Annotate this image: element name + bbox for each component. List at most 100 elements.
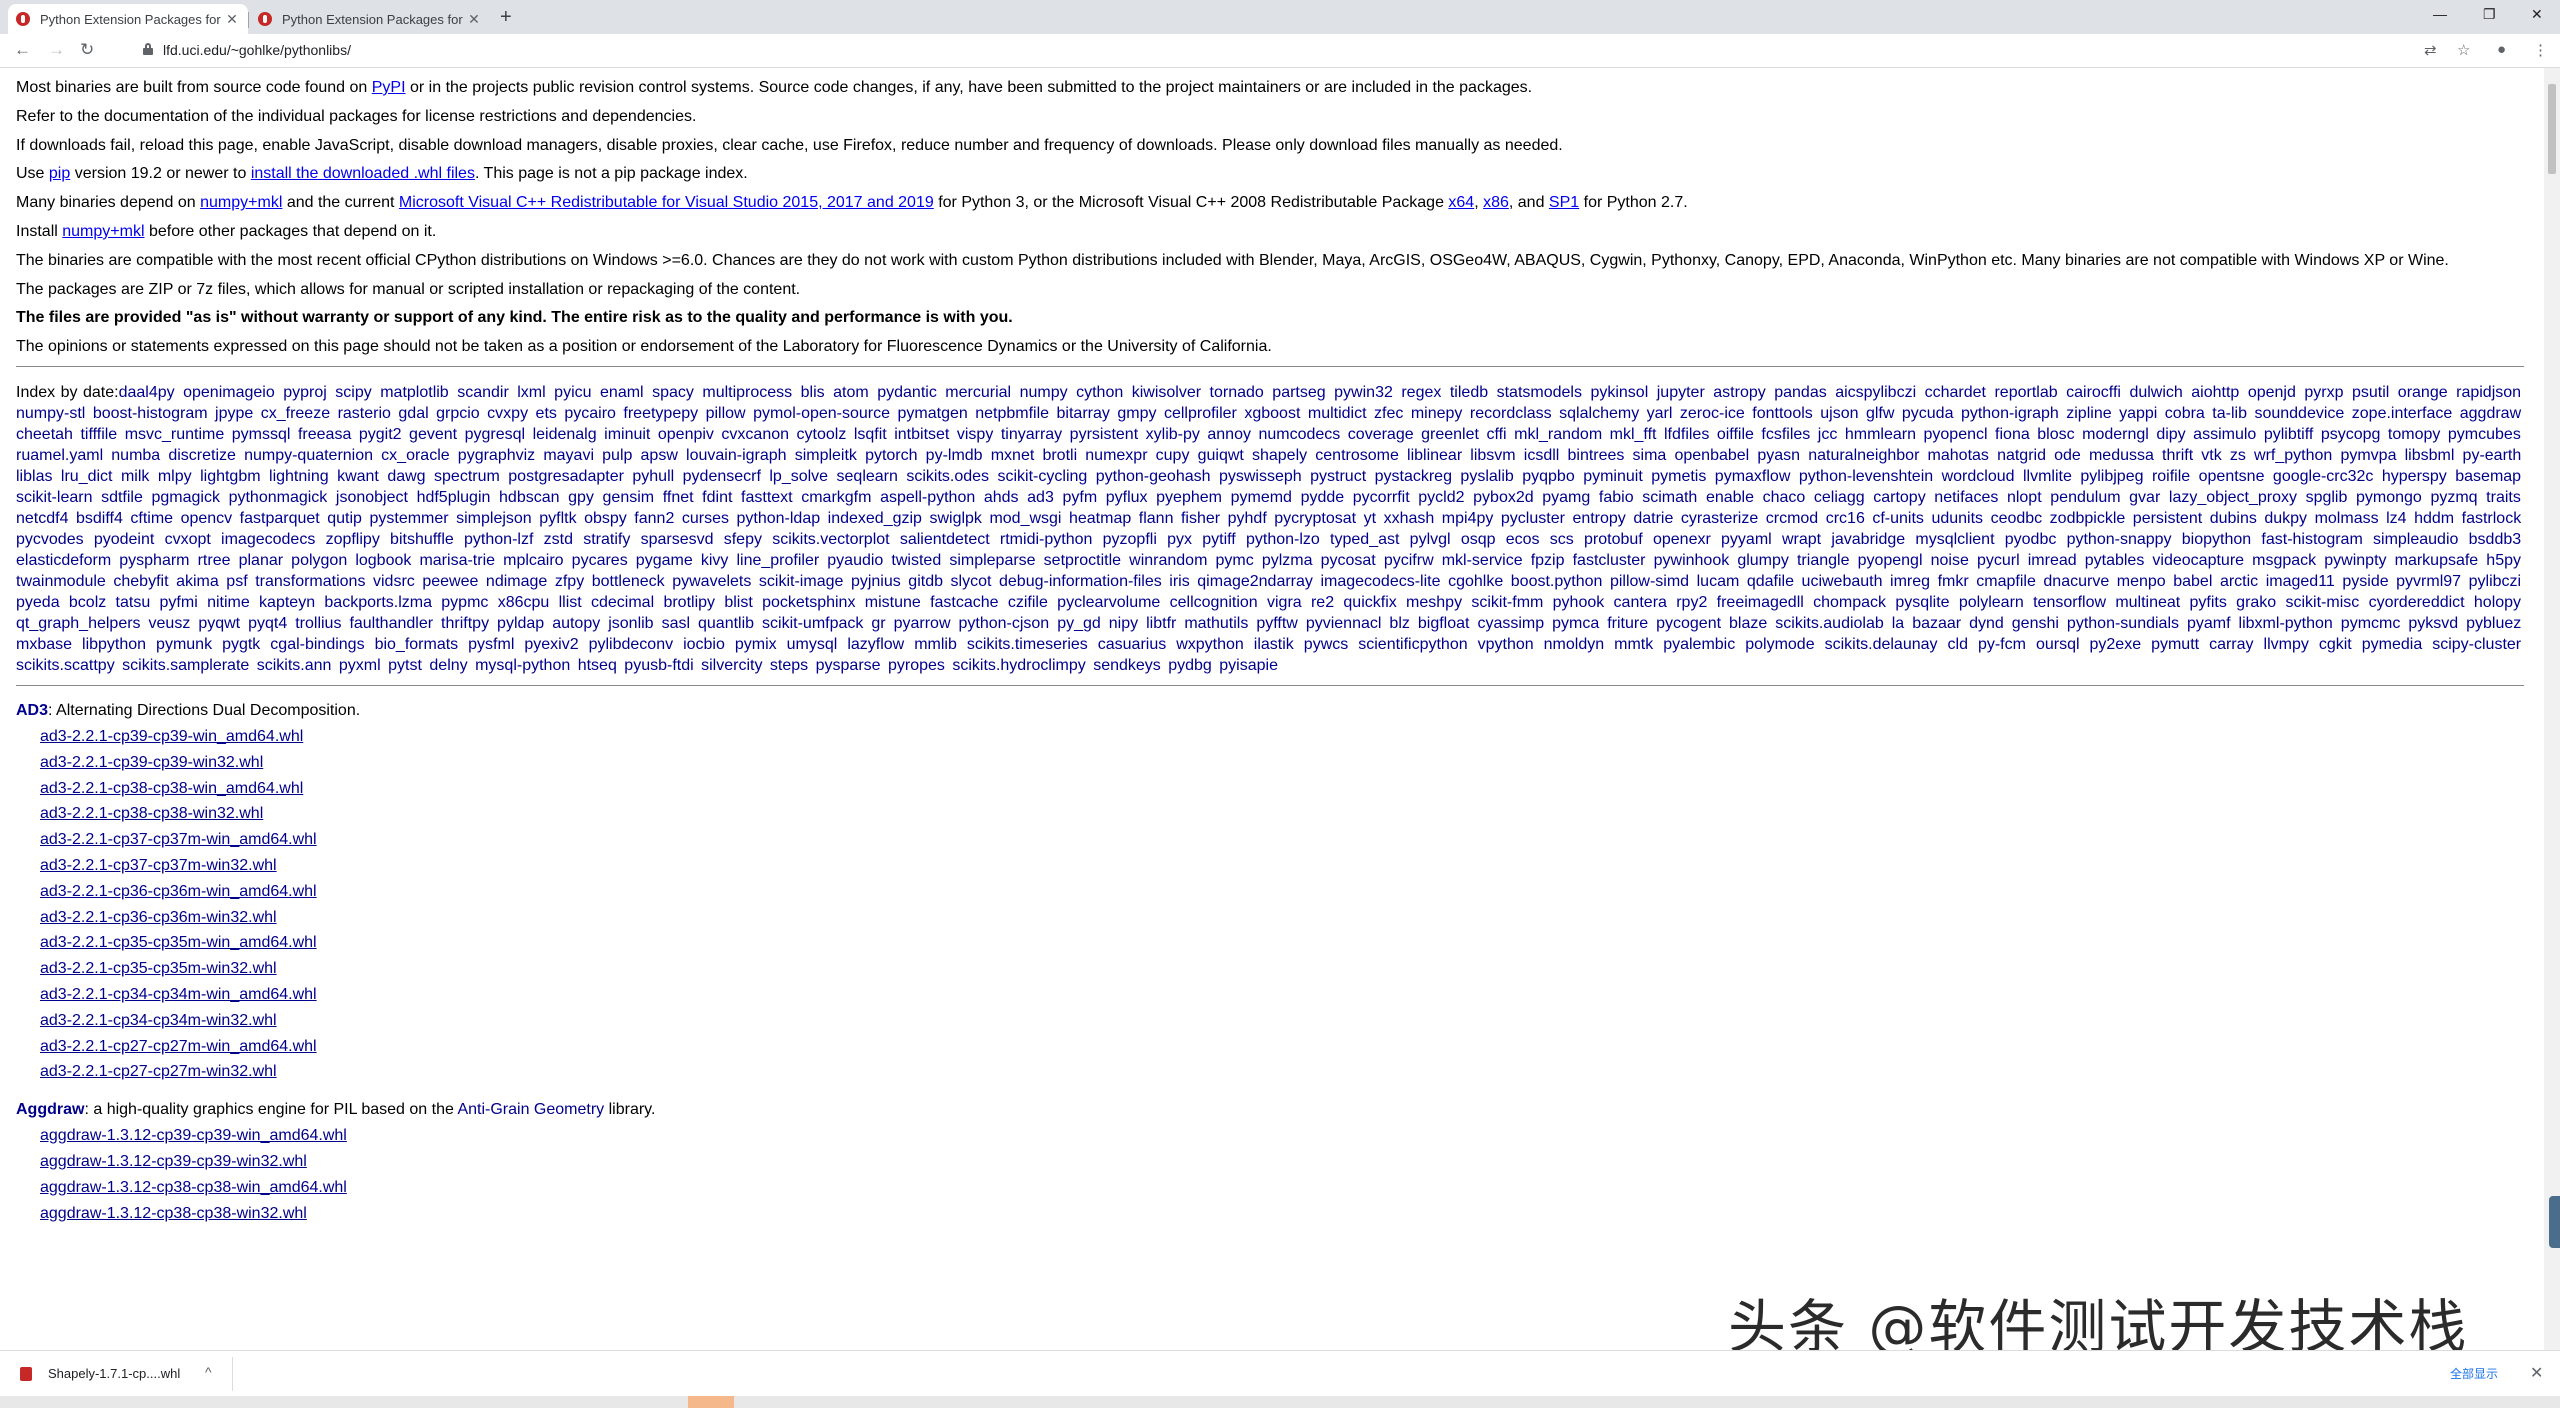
index-link[interactable]: fiona: [1995, 426, 2030, 443]
link[interactable]: PyPI: [372, 79, 406, 96]
index-link[interactable]: freetypepy: [623, 405, 698, 422]
index-link[interactable]: intbitset: [894, 426, 949, 443]
index-link[interactable]: pypmc: [441, 594, 488, 611]
index-link[interactable]: fonttools: [1752, 405, 1812, 422]
index-link[interactable]: molmass: [2315, 510, 2379, 527]
tab-close-icon[interactable]: ✕: [224, 11, 240, 28]
index-link[interactable]: rtree: [198, 552, 231, 569]
index-link[interactable]: pyhdf: [1228, 510, 1267, 527]
index-link[interactable]: py-fcm: [1978, 636, 2026, 653]
index-link[interactable]: pystackreg: [1375, 468, 1452, 485]
index-link[interactable]: python-ldap: [737, 510, 821, 527]
index-link[interactable]: pycares: [572, 552, 628, 569]
index-link[interactable]: roifile: [2152, 468, 2190, 485]
index-link[interactable]: sdtfile: [101, 489, 143, 506]
index-link[interactable]: cdecimal: [591, 594, 654, 611]
index-link[interactable]: cvxopt: [165, 531, 211, 548]
index-link[interactable]: msvc_runtime: [125, 426, 225, 443]
index-link[interactable]: imread: [2028, 552, 2077, 569]
index-link[interactable]: lsqfit: [854, 426, 887, 443]
index-link[interactable]: steps: [770, 657, 808, 674]
index-link[interactable]: lp_solve: [769, 468, 828, 485]
index-link[interactable]: triangle: [1797, 552, 1849, 569]
index-link[interactable]: planar: [239, 552, 283, 569]
index-link[interactable]: fdint: [702, 489, 732, 506]
index-link[interactable]: hmmlearn: [1845, 426, 1916, 443]
index-link[interactable]: heatmap: [1069, 510, 1131, 527]
index-link[interactable]: sparsesvd: [641, 531, 714, 548]
index-link[interactable]: xylib-py: [1146, 426, 1200, 443]
index-link[interactable]: xxhash: [1384, 510, 1435, 527]
show-all-downloads-link[interactable]: 全部显示: [2450, 1365, 2498, 1382]
index-link[interactable]: fann2: [634, 510, 674, 527]
index-link[interactable]: py_gd: [1057, 615, 1101, 632]
index-link[interactable]: rtmidi-python: [1000, 531, 1092, 548]
index-link[interactable]: numpy-stl: [16, 405, 85, 422]
index-link[interactable]: cyassimp: [1477, 615, 1544, 632]
translate-icon[interactable]: ⇄: [2424, 41, 2437, 59]
index-link[interactable]: guiqwt: [1198, 447, 1244, 464]
index-link[interactable]: enaml: [600, 384, 644, 401]
index-link[interactable]: imaged11: [2266, 573, 2335, 590]
index-link[interactable]: pymetis: [1651, 468, 1706, 485]
index-link[interactable]: pystemmer: [369, 510, 448, 527]
lock-icon[interactable]: [143, 43, 153, 55]
index-link[interactable]: oiffile: [1717, 426, 1754, 443]
index-link[interactable]: pyproj: [283, 384, 327, 401]
index-link[interactable]: mistune: [865, 594, 921, 611]
index-link[interactable]: bottleneck: [592, 573, 665, 590]
index-link[interactable]: pyfftw: [1256, 615, 1298, 632]
index-link[interactable]: babel: [2173, 573, 2212, 590]
index-link[interactable]: elasticdeform: [16, 552, 111, 569]
index-link[interactable]: sima: [1633, 447, 1667, 464]
index-link[interactable]: akima: [176, 573, 219, 590]
index-link[interactable]: aspell-python: [880, 489, 975, 506]
index-link[interactable]: pymca: [1552, 615, 1599, 632]
index-link[interactable]: glfw: [1866, 405, 1894, 422]
index-link[interactable]: zfec: [1374, 405, 1403, 422]
index-link[interactable]: lru_dict: [61, 468, 113, 485]
index-link[interactable]: pycluster: [1501, 510, 1565, 527]
index-link[interactable]: ndimage: [486, 573, 547, 590]
index-link[interactable]: libxml-python: [2239, 615, 2333, 632]
index-link[interactable]: carray: [2209, 636, 2253, 653]
index-link[interactable]: ecos: [1506, 531, 1540, 548]
index-link[interactable]: pymix: [735, 636, 777, 653]
index-link[interactable]: biopython: [2182, 531, 2251, 548]
index-link[interactable]: czifile: [1008, 594, 1048, 611]
index-link[interactable]: mxbase: [16, 636, 72, 653]
index-link[interactable]: iminuit: [604, 426, 650, 443]
index-link[interactable]: scikits.vectorplot: [772, 531, 889, 548]
index-link[interactable]: pyfm: [1062, 489, 1097, 506]
index-link[interactable]: pyksvd: [2408, 615, 2458, 632]
index-link[interactable]: pymol-open-source: [753, 405, 890, 422]
index-link[interactable]: gdal: [398, 405, 428, 422]
scrollbar-thumb[interactable]: [2548, 84, 2556, 174]
index-link[interactable]: pygresql: [465, 426, 525, 443]
index-link[interactable]: chebyfit: [113, 573, 168, 590]
index-link[interactable]: mayavi: [543, 447, 594, 464]
index-link[interactable]: cupy: [1156, 447, 1190, 464]
index-link[interactable]: mercurial: [945, 384, 1011, 401]
index-link[interactable]: mmtk: [1614, 636, 1653, 653]
index-link[interactable]: holopy: [2474, 594, 2521, 611]
index-link[interactable]: ceodbc: [1991, 510, 2043, 527]
index-link[interactable]: python-sundials: [2067, 615, 2179, 632]
index-link[interactable]: tifffile: [80, 426, 117, 443]
index-link[interactable]: crcmod: [1766, 510, 1818, 527]
index-link[interactable]: enable: [1706, 489, 1754, 506]
index-link[interactable]: scikit-fmm: [1471, 594, 1543, 611]
index-link[interactable]: pycorrfit: [1353, 489, 1410, 506]
index-link[interactable]: mkl-service: [1442, 552, 1523, 569]
index-link[interactable]: obspy: [584, 510, 627, 527]
index-link[interactable]: scs: [1550, 531, 1574, 548]
index-link[interactable]: centrosome: [1315, 447, 1399, 464]
wheel-download-link[interactable]: ad3-2.2.1-cp38-cp38-win_amd64.whl: [40, 780, 303, 797]
index-link[interactable]: dnacurve: [2043, 573, 2109, 590]
index-link[interactable]: pyamg: [1542, 489, 1590, 506]
index-link[interactable]: cgkit: [2319, 636, 2352, 653]
index-link[interactable]: python-cjson: [958, 615, 1049, 632]
index-link[interactable]: polygon: [291, 552, 347, 569]
profile-icon[interactable]: ●: [2497, 41, 2506, 58]
index-link[interactable]: pyclearvolume: [1057, 594, 1160, 611]
